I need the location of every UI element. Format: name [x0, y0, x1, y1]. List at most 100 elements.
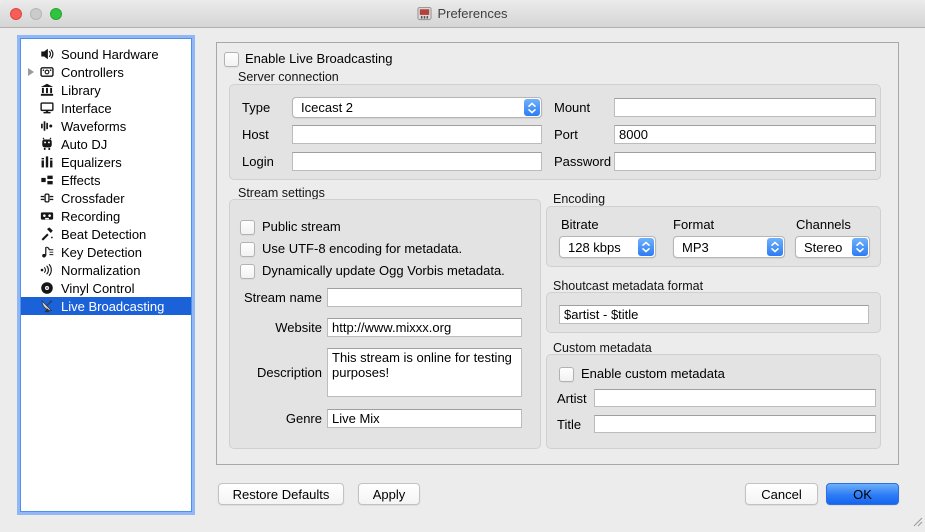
sidebar-item-auto-dj[interactable]: Auto DJ	[21, 135, 191, 153]
sidebar-item-equalizers[interactable]: Equalizers	[21, 153, 191, 171]
preferences-icon	[417, 6, 432, 21]
sidebar-item-library[interactable]: Library	[21, 81, 191, 99]
password-label: Password	[554, 155, 611, 169]
ogg-vorbis-metadata-label: Dynamically update Ogg Vorbis metadata.	[262, 264, 505, 278]
public-stream-label: Public stream	[262, 220, 341, 234]
bitrate-dropdown[interactable]: 128 kbps	[559, 236, 656, 258]
mount-label: Mount	[554, 101, 590, 115]
preferences-window: { "window": { "title": "Preferences" }, …	[0, 0, 925, 532]
host-input[interactable]	[292, 125, 542, 144]
dropdown-stepper-icon	[524, 99, 540, 116]
description-label: Description	[230, 366, 322, 380]
ok-button[interactable]: OK	[826, 483, 899, 505]
vinyl-icon	[40, 281, 61, 295]
sidebar-item-recording[interactable]: Recording	[21, 207, 191, 225]
sidebar-item-label: Library	[61, 83, 101, 98]
sidebar-item-interface[interactable]: Interface	[21, 99, 191, 117]
sidebar-item-label: Crossfader	[61, 191, 125, 206]
sidebar-item-label: Interface	[61, 101, 112, 116]
type-dropdown[interactable]: Icecast 2	[292, 97, 542, 118]
mount-input[interactable]	[614, 98, 876, 117]
title-bar[interactable]: Preferences	[0, 0, 925, 28]
custom-metadata-group-title: Custom metadata	[553, 341, 652, 355]
genre-input[interactable]	[327, 409, 522, 428]
custom-artist-label: Artist	[557, 392, 587, 406]
server-connection-group-title: Server connection	[238, 70, 339, 84]
public-stream-checkbox[interactable]	[240, 220, 255, 235]
enable-custom-metadata-label: Enable custom metadata	[581, 367, 725, 381]
sidebar-item-live-broadcasting[interactable]: Live Broadcasting	[21, 297, 191, 315]
channels-dropdown[interactable]: Stereo	[795, 236, 870, 258]
utf8-metadata-label: Use UTF-8 encoding for metadata.	[262, 242, 462, 256]
effects-icon	[40, 173, 61, 187]
sidebar-item-beat-detection[interactable]: Beat Detection	[21, 225, 191, 243]
custom-title-input[interactable]	[594, 415, 876, 433]
encoding-group: Bitrate Format Channels 128 kbps MP3 Ste…	[546, 206, 881, 267]
stream-settings-group: Public stream Use UTF-8 encoding for met…	[229, 199, 541, 449]
window-title: Preferences	[437, 6, 507, 21]
type-dropdown-value: Icecast 2	[301, 98, 353, 117]
sidebar-item-sound-hardware[interactable]: Sound Hardware	[21, 45, 191, 63]
sidebar-item-normalization[interactable]: Normalization	[21, 261, 191, 279]
robot-icon	[40, 137, 61, 151]
website-label: Website	[230, 321, 322, 335]
server-connection-group: Type Icecast 2 Mount Host Port Login Pas…	[229, 84, 881, 180]
sidebar-item-label: Auto DJ	[61, 137, 107, 152]
enable-live-broadcasting-label: Enable Live Broadcasting	[245, 52, 392, 66]
hammer-icon	[40, 227, 61, 241]
sidebar-item-label: Waveforms	[61, 119, 126, 134]
satellite-icon	[40, 299, 61, 313]
equalizer-icon	[40, 155, 61, 169]
apply-button[interactable]: Apply	[358, 483, 420, 505]
sidebar-item-label: Beat Detection	[61, 227, 146, 242]
sidebar-item-label: Controllers	[61, 65, 124, 80]
speaker-icon	[40, 47, 61, 61]
sidebar-item-controllers[interactable]: Controllers	[21, 63, 191, 81]
crossfader-icon	[40, 191, 61, 205]
library-icon	[40, 83, 61, 97]
music-note-icon	[40, 245, 61, 259]
utf8-metadata-checkbox[interactable]	[240, 242, 255, 257]
dropdown-stepper-icon	[767, 238, 783, 256]
sidebar-item-key-detection[interactable]: Key Detection	[21, 243, 191, 261]
sidebar-item-vinyl-control[interactable]: Vinyl Control	[21, 279, 191, 297]
enable-custom-metadata-checkbox[interactable]	[559, 367, 574, 382]
sidebar-item-label: Sound Hardware	[61, 47, 159, 62]
stream-name-input[interactable]	[327, 288, 522, 307]
restore-defaults-button[interactable]: Restore Defaults	[218, 483, 344, 505]
genre-label: Genre	[230, 412, 322, 426]
port-label: Port	[554, 128, 578, 142]
sidebar-item-effects[interactable]: Effects	[21, 171, 191, 189]
live-broadcasting-panel: Enable Live Broadcasting Server connecti…	[216, 42, 899, 465]
bitrate-dropdown-value: 128 kbps	[568, 237, 621, 257]
channels-dropdown-value: Stereo	[804, 237, 842, 257]
custom-metadata-group: Enable custom metadata Artist Title	[546, 354, 881, 449]
password-input[interactable]	[614, 152, 876, 171]
custom-artist-input[interactable]	[594, 389, 876, 407]
login-input[interactable]	[292, 152, 542, 171]
resize-grip[interactable]	[913, 515, 923, 530]
cassette-icon	[40, 209, 61, 223]
sidebar-item-crossfader[interactable]: Crossfader	[21, 189, 191, 207]
sidebar-item-label: Key Detection	[61, 245, 142, 260]
port-input[interactable]	[614, 125, 876, 144]
shoutcast-format-input[interactable]	[559, 305, 869, 324]
ogg-vorbis-metadata-checkbox[interactable]	[240, 264, 255, 279]
enable-live-broadcasting-checkbox[interactable]	[224, 52, 239, 67]
bitrate-label: Bitrate	[561, 218, 599, 232]
type-label: Type	[242, 101, 270, 115]
channels-label: Channels	[796, 218, 851, 232]
controller-icon	[40, 65, 61, 79]
sidebar-item-waveforms[interactable]: Waveforms	[21, 117, 191, 135]
sound-waves-icon	[40, 263, 61, 277]
encoding-group-title: Encoding	[553, 192, 605, 206]
cancel-button[interactable]: Cancel	[745, 483, 818, 505]
website-input[interactable]	[327, 318, 522, 337]
description-textarea[interactable]: This stream is online for testing purpos…	[327, 348, 522, 397]
format-dropdown[interactable]: MP3	[673, 236, 785, 258]
disclosure-triangle-icon[interactable]	[28, 68, 34, 76]
sidebar-item-label: Equalizers	[61, 155, 122, 170]
login-label: Login	[242, 155, 274, 169]
shoutcast-group	[546, 292, 881, 333]
stream-settings-group-title: Stream settings	[238, 186, 325, 200]
